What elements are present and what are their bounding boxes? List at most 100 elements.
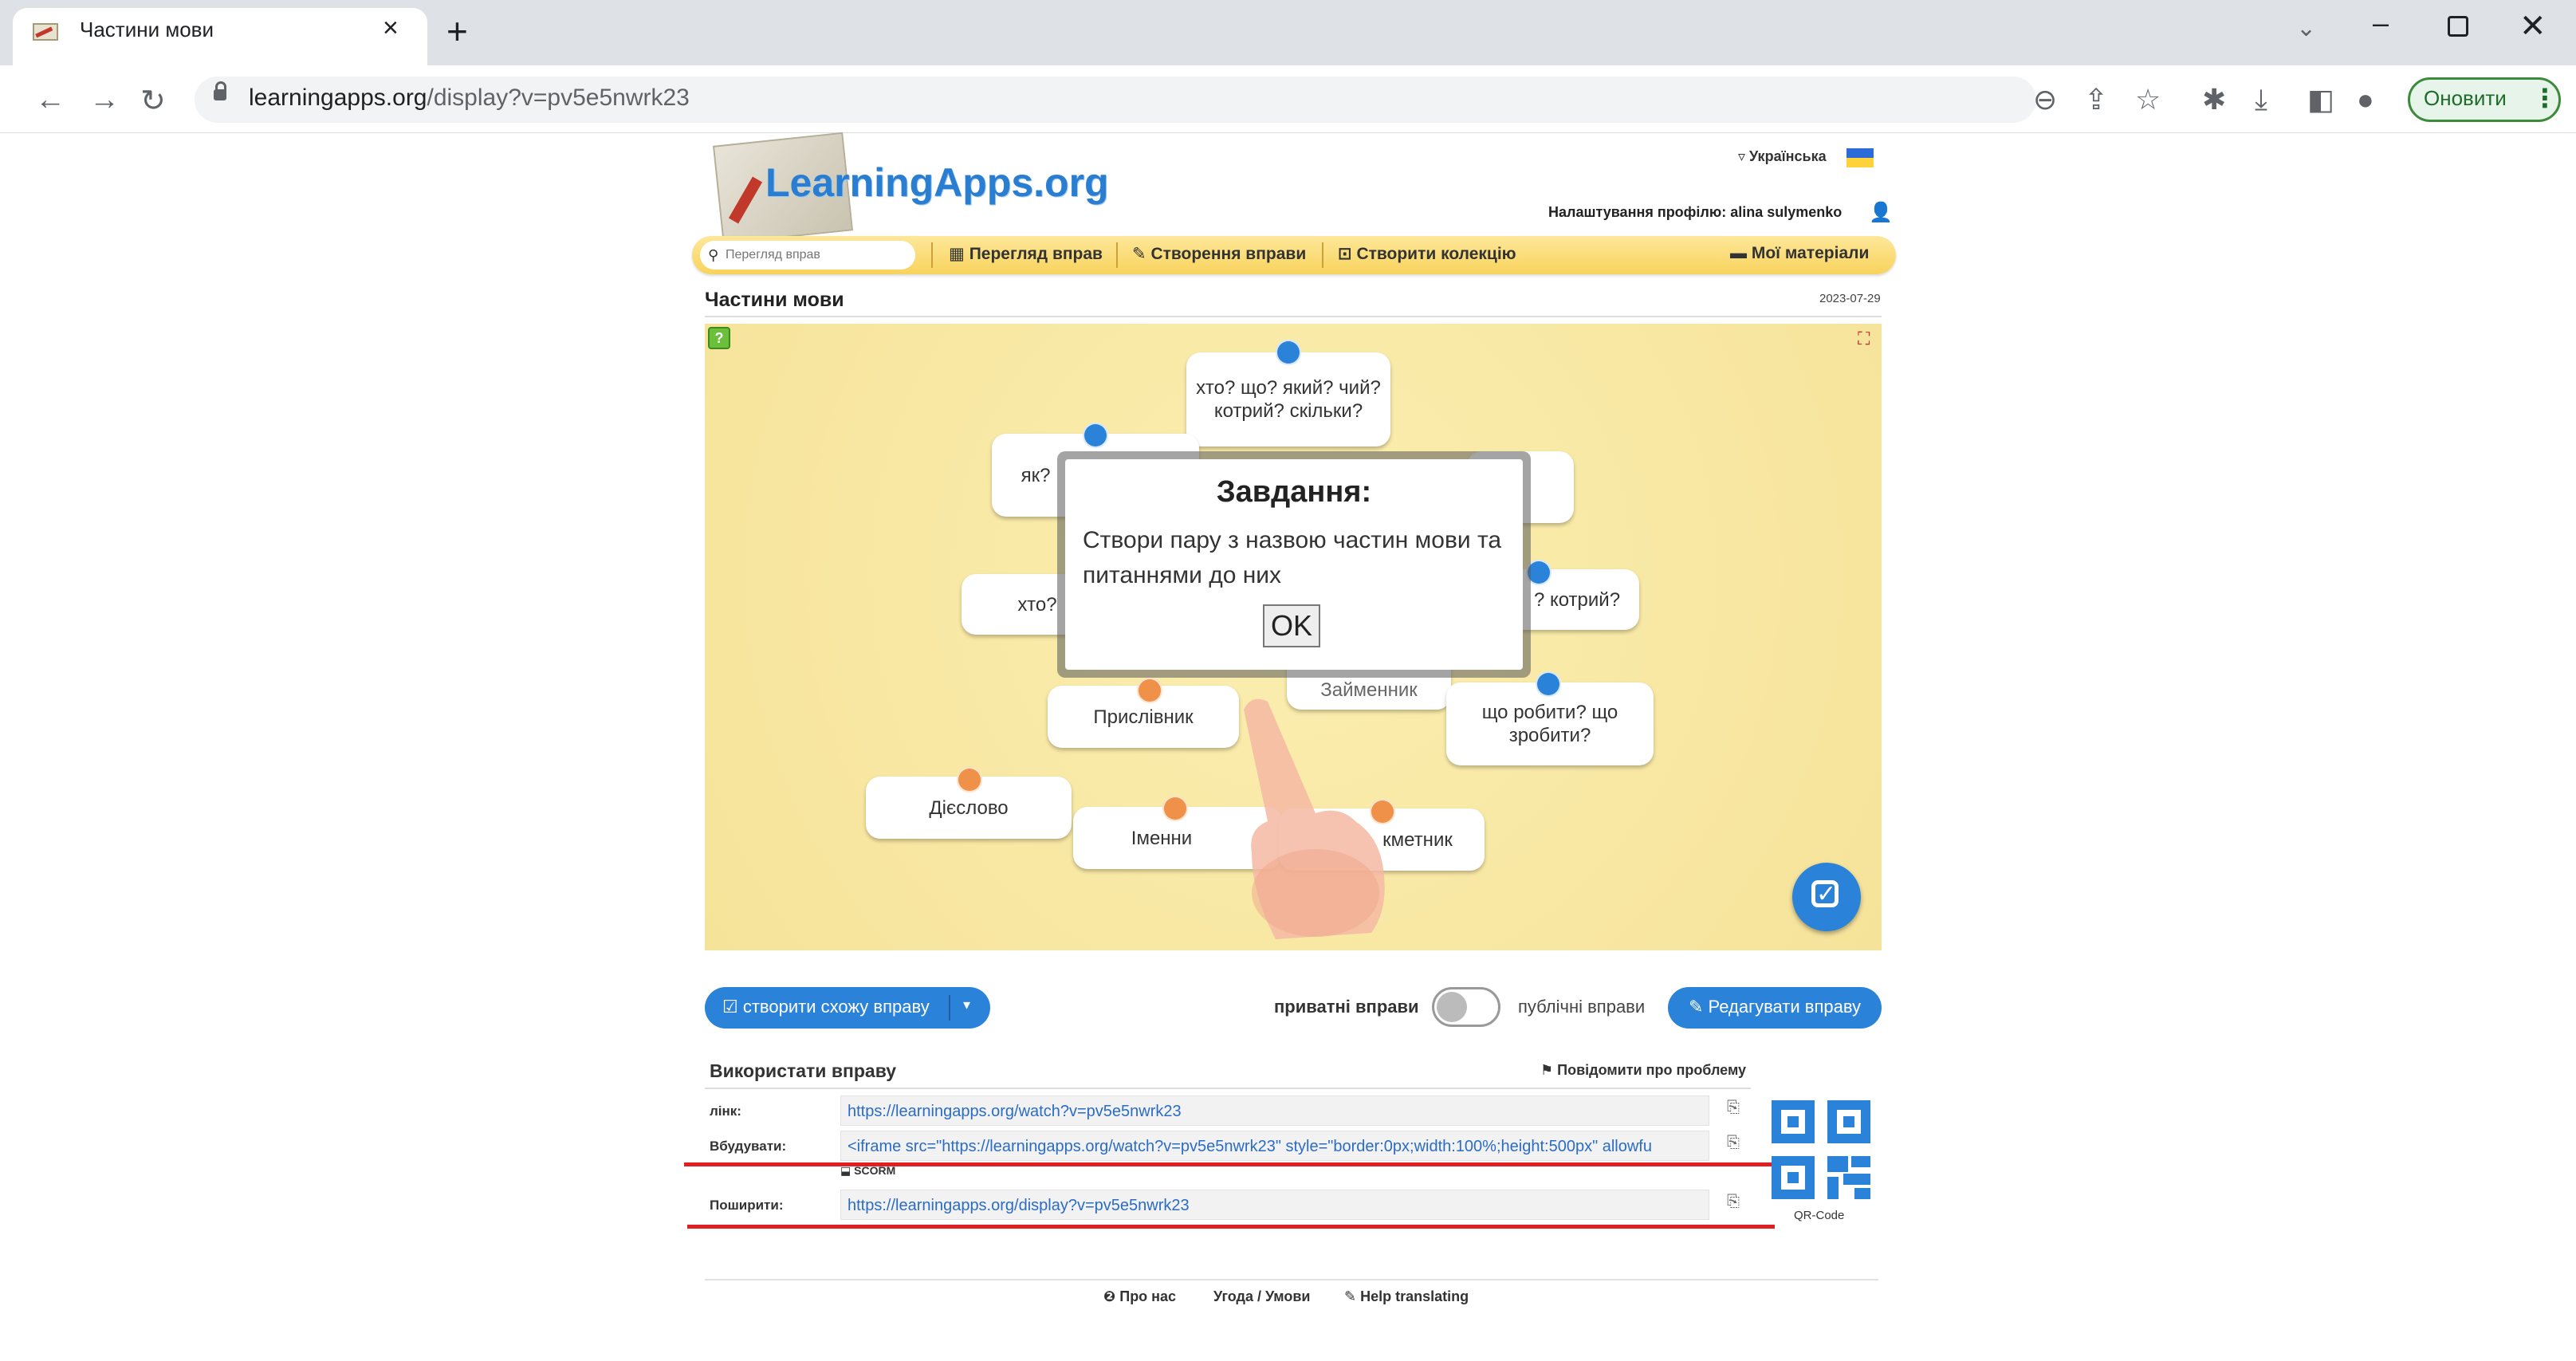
checkmark-glyph: ✓ (1816, 881, 1837, 907)
copy-icon[interactable]: ⎘ (1727, 1134, 1740, 1152)
copy-icon[interactable]: ⎘ (1727, 1193, 1740, 1211)
restore-icon[interactable] (2448, 16, 2468, 37)
nav-divider (931, 242, 933, 268)
button-split-divider (949, 995, 950, 1021)
public-exercises-label: публічні вправи (1518, 997, 1646, 1017)
link-label: лінк: (710, 1103, 741, 1119)
exercise-date: 2023-07-29 (1819, 292, 1881, 305)
card-pin[interactable] (1084, 424, 1107, 446)
edit-exercise-label: ✎ Редагувати вправу (1689, 997, 1862, 1017)
scorm-label: SCORM (854, 1164, 896, 1177)
nav-divider (1116, 242, 1118, 268)
ukraine-flag-icon (1846, 148, 1874, 167)
nav-create-label: Створення вправи (1150, 245, 1307, 263)
use-exercise-title: Використати вправу (710, 1060, 897, 1081)
new-tab-icon[interactable]: + (446, 10, 468, 53)
tab-title: Частини мови (80, 18, 214, 41)
profile-avatar-icon[interactable]: ● (2357, 83, 2374, 116)
nav-browse[interactable]: ▦ Перегляд вправ (949, 244, 1103, 264)
side-panel-icon[interactable]: ◧ (2307, 83, 2334, 116)
share-icon[interactable]: ⇪ (2084, 83, 2108, 116)
embed-field[interactable]: <iframe src="https://learningapps.org/wa… (840, 1131, 1709, 1161)
dialog-title: Завдання: (1216, 475, 1372, 509)
forward-arrow-icon[interactable]: → (89, 83, 120, 117)
reload-icon[interactable]: ↻ (140, 83, 166, 119)
site-logo[interactable]: LearningApps.org (765, 159, 1109, 206)
download-icon[interactable]: ⤓ (2255, 83, 2267, 117)
url-host: learningapps.org (249, 85, 427, 111)
card-questions-main[interactable]: хто? що? який? чий? котрий? скільки? (1186, 352, 1390, 446)
extensions-icon[interactable]: ✱ (2202, 83, 2226, 116)
search-input[interactable] (724, 242, 910, 268)
copy-icon[interactable]: ⎘ (1727, 1099, 1740, 1117)
report-problem-link[interactable]: ⚑ Повідомити про проблему (1540, 1062, 1746, 1079)
card-pin[interactable] (1164, 797, 1186, 820)
card-text: що робити? що зробити? (1481, 702, 1618, 746)
footer-terms[interactable]: Угода / Умови (1213, 1288, 1310, 1305)
search-icon: ⚲ (708, 247, 719, 263)
window-close-icon[interactable]: ✕ (2519, 8, 2547, 45)
nav-collection-label: Створити колекцію (1356, 245, 1516, 263)
lock-icon[interactable] (214, 89, 226, 100)
url-path: /display?v=pv5e5nwrk23 (427, 85, 690, 111)
footer-about[interactable]: ❷ Про нас (1103, 1288, 1176, 1305)
card-text: хто? що? який? чий? котрий? скільки? (1196, 377, 1381, 422)
card-pin[interactable] (958, 769, 981, 791)
card-pin[interactable] (1277, 341, 1300, 364)
back-arrow-icon[interactable]: ← (35, 83, 65, 117)
zoom-icon[interactable]: ⊖ (2033, 83, 2057, 116)
private-exercises-label: приватні вправи (1274, 997, 1419, 1017)
tab-close-icon[interactable]: × (383, 13, 399, 44)
dropdown-caret-icon[interactable]: ▾ (963, 997, 970, 1013)
profile-settings-link[interactable]: Налаштування профілю: alina sulymenko (1548, 204, 1842, 221)
card-text: Іменни (1131, 827, 1193, 849)
qr-code-label: QR-Code (1794, 1209, 1845, 1222)
toggle-knob[interactable] (1437, 992, 1467, 1022)
card-text: Прислівник (1093, 706, 1194, 728)
url-text[interactable]: learningapps.org/display?v=pv5e5nwrk23 (249, 85, 690, 112)
use-divider (705, 1088, 1751, 1089)
footer-help-text: Help translating (1360, 1288, 1469, 1304)
footer-divider (705, 1279, 1878, 1280)
red-underline (687, 1225, 1775, 1229)
ok-button[interactable]: OK (1263, 604, 1320, 647)
page-title: Частини мови (705, 289, 844, 311)
card-text: хто? (1017, 593, 1057, 616)
hand-pointer-icon (1244, 698, 1385, 939)
browser-menu-icon[interactable]: ⋮ (2532, 83, 2558, 113)
title-divider (705, 316, 1882, 317)
report-problem-text: Повідомити про проблему (1557, 1062, 1747, 1078)
card-text: ? котрий? (1533, 588, 1621, 611)
link-field[interactable]: https://learningapps.org/watch?v=pv5e5nw… (840, 1095, 1709, 1126)
language-selector[interactable]: ▿ Українська (1738, 148, 1827, 165)
edit-exercise-text: Редагувати вправу (1708, 997, 1862, 1017)
tab-search-chevron-icon[interactable]: ⌄ (2296, 14, 2316, 42)
nav-divider (1322, 242, 1323, 268)
scorm-download[interactable]: ⬓ SCORM (840, 1164, 895, 1178)
user-icon[interactable]: 👤 (1869, 201, 1893, 224)
qr-code-icon[interactable] (1772, 1100, 1870, 1199)
footer-help-translating[interactable]: ✎ Help translating (1344, 1288, 1469, 1305)
dialog-text: Створи пару з назвою частин мови та пита… (1083, 527, 1502, 588)
learningapps-favicon-icon (33, 23, 58, 41)
update-label: Оновити (2424, 86, 2507, 110)
footer-about-text: Про нас (1119, 1288, 1177, 1304)
share-field[interactable]: https://learningapps.org/display?v=pv5e5… (840, 1190, 1709, 1220)
embed-label: Вбудувати: (710, 1139, 787, 1154)
card-pin[interactable] (1139, 679, 1161, 702)
nav-create[interactable]: ✎ Створення вправи (1132, 244, 1306, 264)
language-label: Українська (1749, 148, 1827, 164)
card-pin[interactable] (1537, 673, 1559, 695)
card-text: Дієслово (929, 797, 1009, 819)
browser-tab[interactable] (13, 8, 427, 65)
create-similar-label: ☑ створити схожу вправу (722, 997, 930, 1017)
nav-my-materials[interactable]: ▬ Мої матеріали (1730, 244, 1869, 263)
nav-collection[interactable]: ⊡ Створити колекцію (1338, 244, 1516, 264)
nav-browse-label: Перегляд вправ (969, 245, 1103, 263)
minimize-icon[interactable]: – (2373, 6, 2389, 40)
create-similar-text: створити схожу вправу (742, 997, 930, 1017)
card-pin[interactable] (1528, 561, 1550, 584)
hint-icon[interactable]: ? (708, 327, 730, 349)
fullscreen-icon[interactable]: ⛶ (1858, 328, 1870, 349)
bookmark-star-icon[interactable]: ☆ (2135, 83, 2161, 116)
